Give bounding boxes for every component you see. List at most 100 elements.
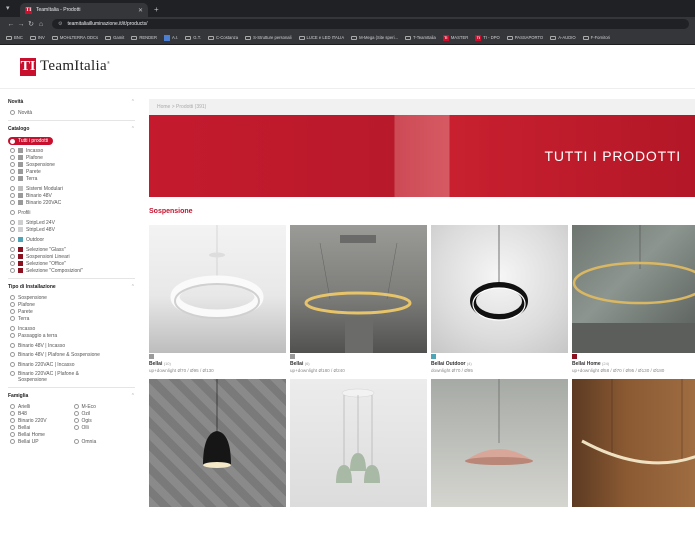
radio-button[interactable]	[10, 210, 15, 215]
section-header[interactable]: Novità ⌃	[8, 99, 135, 105]
product-card[interactable]	[572, 379, 695, 507]
filter-option[interactable]: M-Eco	[72, 403, 136, 410]
radio-button[interactable]	[10, 432, 15, 437]
product-image[interactable]	[290, 225, 427, 353]
radio-button[interactable]	[10, 138, 15, 144]
product-title[interactable]: Bellai	[149, 361, 162, 367]
bookmark-item[interactable]: BNC	[6, 35, 23, 40]
radio-button[interactable]	[10, 343, 15, 348]
product-title[interactable]: Bellai Outdoor	[431, 361, 465, 367]
bookmark-item[interactable]: A.I.	[164, 34, 178, 41]
product-name[interactable]: Bellai (10)	[149, 361, 286, 367]
bookmark-item[interactable]: TI TI - DPO	[475, 34, 500, 41]
filter-option[interactable]	[72, 431, 136, 438]
filter-option[interactable]: Selezione "Glass"	[8, 246, 135, 253]
filter-option[interactable]: Novità	[8, 109, 135, 116]
bookmark-item[interactable]: LUCE e LED ITALIA	[298, 35, 344, 40]
filter-option[interactable]: Parete	[8, 308, 135, 315]
filter-option[interactable]: Sospensione	[8, 294, 135, 301]
filter-option[interactable]: Incasso	[8, 147, 135, 154]
radio-button[interactable]	[10, 362, 15, 367]
bookmark-item[interactable]: RENDER	[131, 35, 157, 40]
filter-option[interactable]: Outdoor	[8, 236, 135, 243]
product-card[interactable]: Bellai (6) up+downlight Ø180 / Ø240	[290, 225, 427, 373]
breadcrumb-text[interactable]: Home > Prodotti (391)	[157, 104, 206, 110]
radio-button[interactable]	[10, 254, 15, 259]
bookmark-item[interactable]: F-Fornitori	[582, 35, 610, 40]
filter-option[interactable]: Selezione "Office"	[8, 260, 135, 267]
radio-button[interactable]	[10, 326, 15, 331]
reload-icon[interactable]: ↻	[26, 20, 36, 28]
product-name[interactable]: Bellai (6)	[290, 361, 427, 367]
filter-option[interactable]: Plafone	[8, 154, 135, 161]
radio-button[interactable]	[73, 425, 79, 430]
product-image[interactable]	[149, 225, 286, 353]
radio-button[interactable]	[10, 302, 15, 307]
radio-button[interactable]	[73, 404, 79, 409]
radio-button[interactable]	[10, 411, 15, 416]
logo-mark[interactable]: TI	[20, 57, 36, 76]
filter-option[interactable]: Sospensione	[8, 161, 135, 168]
site-info-icon[interactable]: ⚙	[58, 21, 62, 27]
filter-option[interactable]: Sistemi Modulari	[8, 185, 135, 192]
radio-button[interactable]	[10, 309, 15, 314]
section-header[interactable]: Tipo di Installazione ⌃	[8, 284, 135, 290]
filter-option[interactable]: Bellai UP	[8, 438, 72, 445]
filter-option[interactable]: Ozil	[72, 410, 136, 417]
filter-option[interactable]: Bellai Home	[8, 431, 72, 438]
radio-button[interactable]	[10, 404, 15, 409]
radio-button[interactable]	[10, 247, 15, 252]
new-tab-icon[interactable]: +	[154, 5, 159, 14]
radio-button[interactable]	[10, 110, 15, 115]
filter-option[interactable]: Omnia	[72, 438, 136, 445]
logo-text[interactable]: TeamItalia®	[40, 58, 110, 75]
bookmark-item[interactable]: MOHLTERRA ODCs	[51, 35, 98, 40]
filter-option[interactable]: Binario 220VAC | Plafone & Sospensione	[8, 371, 135, 383]
filter-option[interactable]: Incasso	[8, 325, 135, 332]
filter-option[interactable]: Arielli	[8, 403, 72, 410]
back-icon[interactable]: ←	[6, 21, 16, 28]
radio-button[interactable]	[10, 425, 15, 430]
radio-button[interactable]	[10, 439, 15, 444]
filter-option[interactable]: Terra	[8, 315, 135, 322]
bookmark-item[interactable]: TI MASTER	[442, 34, 468, 41]
filter-option[interactable]: Plafone	[8, 301, 135, 308]
product-card[interactable]: Bellai (10) up+downlight Ø70 / Ø95 / Ø130	[149, 225, 286, 373]
radio-button[interactable]	[10, 237, 15, 242]
bookmark-item[interactable]: A-AUDIO	[550, 35, 576, 40]
bookmark-item[interactable]: T-TeamItalia	[405, 35, 436, 40]
selected-filter-all-products[interactable]: Tutti i prodotti	[8, 137, 54, 145]
section-header[interactable]: Famiglia ⌃	[8, 393, 135, 399]
product-card[interactable]	[149, 379, 286, 507]
product-name[interactable]: Bellai Outdoor (4)	[431, 361, 568, 367]
filter-option[interactable]: Sospensioni Lineari	[8, 253, 135, 260]
radio-button[interactable]	[10, 176, 15, 181]
radio-button[interactable]	[10, 155, 15, 160]
product-image[interactable]	[572, 379, 695, 507]
product-title[interactable]: Bellai Home	[572, 361, 601, 367]
product-image[interactable]	[431, 225, 568, 353]
filter-option[interactable]: Binario 48V | Plafone & Sospensione	[8, 352, 135, 358]
bookmark-item[interactable]: C-Costanza	[207, 35, 238, 40]
forward-icon[interactable]: →	[16, 21, 26, 28]
filter-option[interactable]: Binario 48V | Incasso	[8, 342, 135, 349]
radio-button[interactable]	[10, 220, 15, 225]
product-name[interactable]: Bellai Home (24)	[572, 361, 695, 367]
bookmark-item[interactable]: Gamit	[105, 35, 124, 40]
breadcrumb[interactable]: Home > Prodotti (391)	[149, 99, 695, 115]
bookmark-item[interactable]: PASSAPORTO	[506, 35, 543, 40]
filter-option[interactable]: StripLed 48V	[8, 226, 135, 233]
product-image[interactable]	[572, 225, 695, 353]
bookmark-item[interactable]: INV	[29, 35, 45, 40]
filter-option[interactable]: Binario 220V	[8, 417, 72, 424]
radio-button[interactable]	[10, 295, 15, 300]
filter-option[interactable]: Binario 220VAC	[8, 199, 135, 206]
filter-option[interactable]: Binario 220VAC | Incasso	[8, 361, 135, 368]
product-image[interactable]	[149, 379, 286, 507]
radio-button[interactable]	[10, 418, 15, 423]
radio-button[interactable]	[73, 439, 79, 444]
menu-icon[interactable]: ▾	[6, 4, 16, 14]
filter-option[interactable]: B48	[8, 410, 72, 417]
filter-option[interactable]: Olli	[72, 424, 136, 431]
bookmark-item[interactable]: S-Strutture personali	[245, 35, 292, 40]
